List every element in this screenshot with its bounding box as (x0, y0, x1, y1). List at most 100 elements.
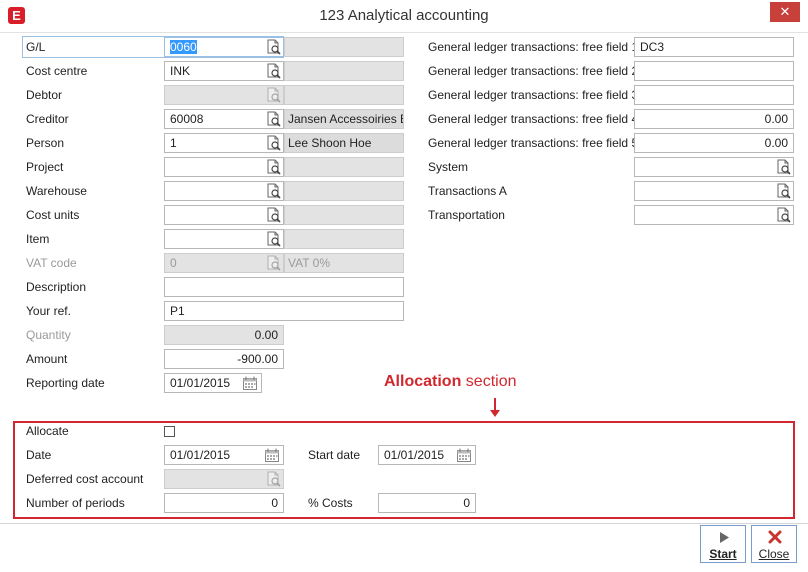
person-field[interactable]: 1 (164, 133, 284, 153)
lookup-icon[interactable] (265, 207, 281, 223)
lookup-icon[interactable] (265, 63, 281, 79)
date-field[interactable]: 01/01/2015 (164, 445, 284, 465)
lookup-icon (265, 87, 281, 103)
start-date-value: 01/01/2015 (384, 448, 445, 462)
gl-value: 0060 (170, 40, 197, 54)
lookup-icon[interactable] (775, 183, 791, 199)
transportation-label: Transportation (428, 208, 505, 222)
lookup-icon[interactable] (265, 39, 281, 55)
cost-centre-field[interactable]: INK (164, 61, 284, 81)
free-field-3-input[interactable] (634, 85, 794, 105)
free-field-1-label: General ledger transactions: free field … (428, 40, 639, 54)
item-description (284, 229, 404, 249)
item-label: Item (26, 232, 50, 246)
annotation-arrowhead (490, 410, 500, 417)
close-button-label: Close (758, 547, 790, 561)
gl-description (284, 37, 404, 57)
debtor-field[interactable] (164, 85, 284, 105)
window-close-button[interactable]: ✕ (770, 2, 800, 22)
lookup-icon[interactable] (265, 183, 281, 199)
transportation-field[interactable] (634, 205, 794, 225)
transactions-a-field[interactable] (634, 181, 794, 201)
vat-code-label: VAT code (26, 256, 77, 270)
calendar-icon[interactable] (242, 375, 258, 391)
deferred-cost-account-label: Deferred cost account (26, 472, 144, 486)
free-field-4-value: 0.00 (764, 112, 788, 126)
vat-code-description: VAT 0% (284, 253, 404, 273)
start-button-label: Start (709, 547, 737, 561)
deferred-cost-account-field[interactable] (164, 469, 284, 489)
project-description (284, 157, 404, 177)
system-label: System (428, 160, 469, 174)
free-field-2-input[interactable] (634, 61, 794, 81)
cost-units-description (284, 205, 404, 225)
close-icon (768, 530, 782, 544)
lookup-icon[interactable] (265, 135, 281, 151)
lookup-icon (265, 255, 281, 271)
item-field[interactable] (164, 229, 284, 249)
cost-centre-description (284, 61, 404, 81)
lookup-icon (265, 471, 281, 487)
debtor-label: Debtor (26, 88, 63, 102)
allocate-checkbox[interactable] (164, 426, 175, 437)
vat-code-field: 0 (164, 253, 284, 273)
lookup-icon[interactable] (265, 231, 281, 247)
lookup-icon[interactable] (265, 111, 281, 127)
creditor-label: Creditor (26, 112, 69, 126)
warehouse-field[interactable] (164, 181, 284, 201)
free-field-4-input[interactable]: 0.00 (634, 109, 794, 129)
creditor-field[interactable]: 60008 (164, 109, 284, 129)
annotation-rest: section (461, 373, 517, 390)
quantity-label: Quantity (26, 328, 71, 342)
allocate-label: Allocate (26, 424, 69, 438)
annotation-bold: Allocation (384, 373, 462, 390)
lookup-icon[interactable] (265, 159, 281, 175)
warehouse-label: Warehouse (26, 184, 87, 198)
lookup-icon[interactable] (775, 159, 791, 175)
your-ref-field[interactable]: P1 (164, 301, 404, 321)
system-field[interactable] (634, 157, 794, 177)
lookup-icon[interactable] (775, 207, 791, 223)
person-value: 1 (170, 136, 177, 150)
free-field-5-input[interactable]: 0.00 (634, 133, 794, 153)
free-field-1-value: DC3 (640, 40, 665, 54)
quantity-field: 0.00 (164, 325, 284, 345)
costs-percent-value: 0 (463, 496, 470, 510)
free-field-4-label: General ledger transactions: free field … (428, 112, 639, 126)
your-ref-label: Your ref. (26, 304, 71, 318)
close-button[interactable]: Close (751, 525, 797, 563)
cost-units-label: Cost units (26, 208, 80, 222)
start-date-field[interactable]: 01/01/2015 (378, 445, 476, 465)
reporting-date-value: 01/01/2015 (170, 376, 231, 390)
amount-field[interactable]: -900.00 (164, 349, 284, 369)
cost-units-field[interactable] (164, 205, 284, 225)
calendar-icon[interactable] (264, 447, 280, 463)
person-label: Person (26, 136, 65, 150)
number-of-periods-value: 0 (271, 496, 278, 510)
free-field-3-label: General ledger transactions: free field … (428, 88, 639, 102)
description-label: Description (26, 280, 87, 294)
footer-separator (0, 523, 808, 524)
allocation-annotation: Allocation section (384, 373, 516, 391)
cost-centre-label: Cost centre (26, 64, 88, 78)
title-bar: E 123 Analytical accounting ✕ (0, 0, 808, 33)
warehouse-description (284, 181, 404, 201)
number-of-periods-field[interactable]: 0 (164, 493, 284, 513)
costs-percent-label: % Costs (308, 496, 353, 510)
start-date-label: Start date (308, 448, 361, 462)
vat-code-value: 0 (170, 256, 177, 270)
gl-field[interactable]: 0060 (164, 37, 284, 57)
reporting-date-label: Reporting date (26, 376, 105, 390)
start-button[interactable]: Start (700, 525, 746, 563)
debtor-description (284, 85, 404, 105)
cost-centre-value: INK (170, 64, 191, 78)
free-field-1-input[interactable]: DC3 (634, 37, 794, 57)
description-field[interactable] (164, 277, 404, 297)
calendar-icon[interactable] (456, 447, 472, 463)
project-field[interactable] (164, 157, 284, 177)
free-field-5-value: 0.00 (764, 136, 788, 150)
transactions-a-label: Transactions A (428, 184, 507, 198)
costs-percent-field[interactable]: 0 (378, 493, 476, 513)
window-title: 123 Analytical accounting (319, 7, 489, 24)
reporting-date-field[interactable]: 01/01/2015 (164, 373, 262, 393)
